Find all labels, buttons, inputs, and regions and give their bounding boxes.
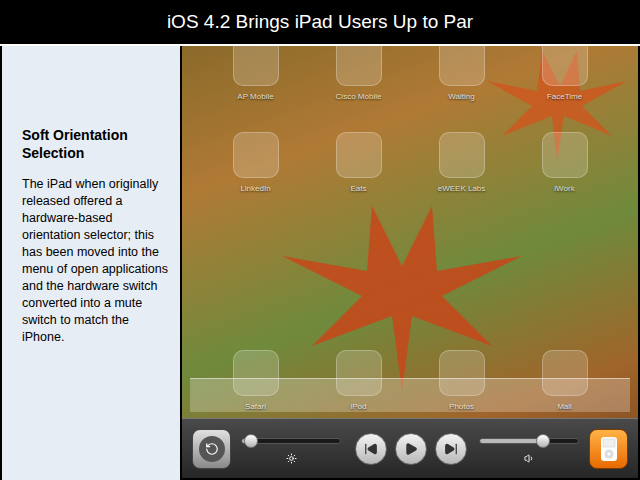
- multitasking-tray: [182, 418, 638, 478]
- slider-thumb[interactable]: [244, 434, 258, 448]
- app-icon[interactable]: [542, 132, 588, 178]
- app-icon[interactable]: [439, 46, 485, 86]
- app[interactable]: iWork: [513, 132, 616, 194]
- title: iOS 4.2 Brings iPad Users Up to Par: [167, 8, 473, 37]
- app[interactable]: Photos: [410, 350, 513, 412]
- dock: Safari iPod Photos Mail: [182, 350, 638, 418]
- app[interactable]: Mail: [513, 350, 616, 412]
- app[interactable]: iPod: [307, 350, 410, 412]
- app-label: Eats: [350, 184, 366, 194]
- app-icon[interactable]: [439, 132, 485, 178]
- app[interactable]: AP Mobile: [204, 46, 307, 102]
- app-label: Safari: [245, 402, 266, 412]
- slider-thumb[interactable]: [536, 434, 550, 448]
- app-icon[interactable]: [542, 350, 588, 396]
- app-label: Cisco Mobile: [336, 92, 382, 102]
- orientation-lock-button[interactable]: [192, 429, 231, 469]
- app-label: AP Mobile: [237, 92, 273, 102]
- app[interactable]: Waiting: [410, 46, 513, 102]
- app-icon[interactable]: [233, 350, 279, 396]
- play-button[interactable]: [395, 433, 427, 465]
- brightness-icon: [286, 453, 297, 464]
- app[interactable]: Eats: [307, 132, 410, 194]
- app-icon[interactable]: [233, 132, 279, 178]
- app[interactable]: Cisco Mobile: [307, 46, 410, 102]
- sidebar-heading: Soft Orientation Selection: [22, 126, 170, 162]
- app-label: FaceTime: [547, 92, 582, 102]
- ipad-screenshot: AP Mobile Cisco Mobile Waiting FaceTime Link…: [182, 46, 638, 478]
- app[interactable]: LinkedIn: [204, 132, 307, 194]
- next-icon: [444, 442, 458, 456]
- title-bar: iOS 4.2 Brings iPad Users Up to Par: [0, 0, 640, 46]
- previous-icon: [364, 442, 378, 456]
- app-icon[interactable]: [542, 46, 588, 86]
- app-icon[interactable]: [336, 132, 382, 178]
- app[interactable]: FaceTime: [513, 46, 616, 102]
- app-label: Mail: [557, 402, 572, 412]
- app-label: iPod: [350, 402, 366, 412]
- app-icon[interactable]: [336, 350, 382, 396]
- play-icon: [404, 442, 418, 456]
- next-button[interactable]: [435, 433, 467, 465]
- app-icon[interactable]: [233, 46, 279, 86]
- app-label: LinkedIn: [240, 184, 270, 194]
- ipod-app-icon[interactable]: [589, 429, 628, 469]
- app-icon[interactable]: [439, 350, 485, 396]
- brightness-slider[interactable]: [241, 433, 341, 449]
- sidebar: Soft Orientation Selection The iPad when …: [0, 46, 180, 480]
- volume-slider[interactable]: [479, 433, 579, 449]
- app-icon[interactable]: [336, 46, 382, 86]
- wallpaper-leaf-icon: [272, 196, 532, 396]
- ipod-icon: [600, 436, 618, 462]
- sidebar-body: The iPad when originally released offere…: [22, 176, 170, 346]
- previous-button[interactable]: [355, 433, 387, 465]
- app[interactable]: Safari: [204, 350, 307, 412]
- rotate-icon: [205, 442, 219, 456]
- app-label: iWork: [554, 184, 574, 194]
- app[interactable]: eWEEK Labs: [410, 132, 513, 194]
- app-label: Waiting: [448, 92, 474, 102]
- speaker-icon: [524, 453, 535, 464]
- app-label: eWEEK Labs: [438, 184, 486, 194]
- app-label: Photos: [449, 402, 474, 412]
